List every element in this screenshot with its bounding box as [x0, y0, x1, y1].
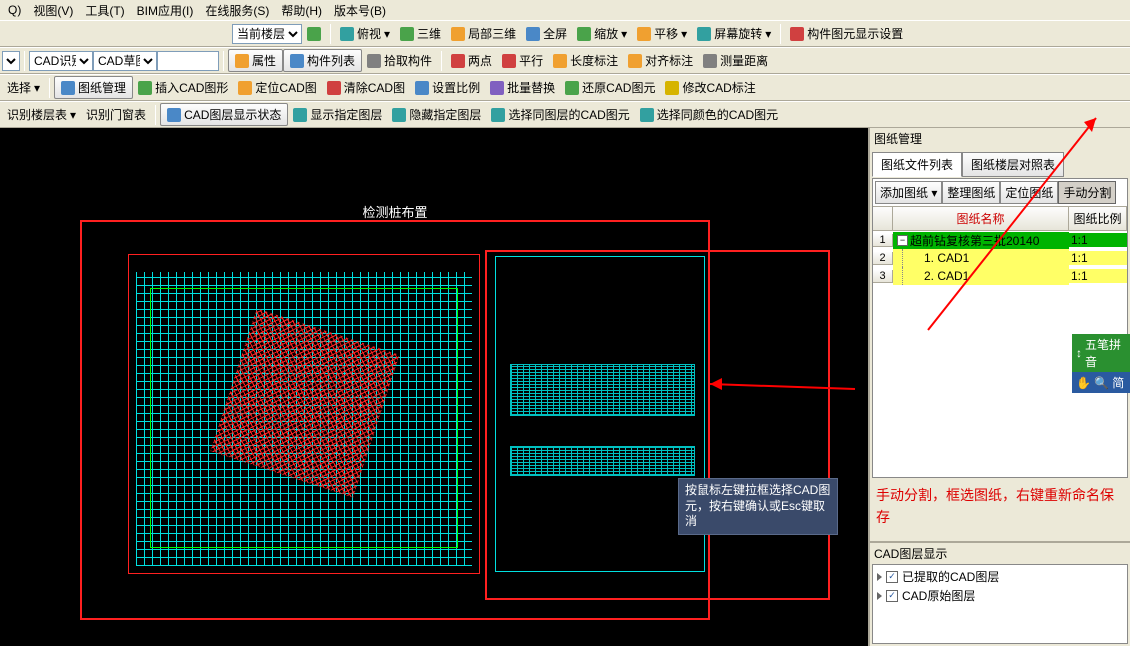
- set-scale-button[interactable]: 设置比例: [410, 77, 485, 98]
- menu-item[interactable]: Q): [2, 1, 27, 19]
- two-point-button[interactable]: 两点: [446, 50, 497, 71]
- fix-cad-label-button[interactable]: 修改CAD标注: [660, 77, 760, 98]
- tab-paper-list[interactable]: 图纸文件列表: [872, 152, 962, 177]
- paper-row[interactable]: 2 1. CAD1 1:1: [873, 249, 1127, 267]
- menu-item[interactable]: 工具(T): [79, 0, 130, 21]
- recognize-floor-table-button[interactable]: 识别楼层表 ▾: [2, 104, 81, 125]
- pick-component-button[interactable]: 拾取构件: [362, 50, 437, 71]
- layer-item[interactable]: ✓ CAD原始图层: [875, 586, 1125, 605]
- partial-3d-button[interactable]: 局部三维: [446, 23, 521, 44]
- top-view-button[interactable]: 俯视 ▾: [335, 23, 395, 44]
- floor-combo[interactable]: 当前楼层: [232, 24, 302, 44]
- paper-row[interactable]: 1 −超前钻复核第三批20140 1:1: [873, 231, 1127, 249]
- menu-item[interactable]: 帮助(H): [275, 0, 328, 21]
- paper-grid-header: 图纸名称 图纸比例: [873, 207, 1127, 231]
- length-label-button[interactable]: 长度标注: [548, 50, 623, 71]
- paper-manager-button[interactable]: 图纸管理: [54, 76, 133, 99]
- recognize-door-table-button[interactable]: 识别门窗表: [81, 104, 151, 125]
- layer-item[interactable]: ✓ 已提取的CAD图层: [875, 567, 1125, 586]
- restore-cad-button[interactable]: 还原CAD图元: [560, 77, 660, 98]
- ime-mode[interactable]: ↕ 五笔拼音: [1072, 334, 1130, 372]
- right-panel: 图纸管理 图纸文件列表 图纸楼层对照表 添加图纸 ▾ 整理图纸 定位图纸 手动分…: [868, 128, 1130, 646]
- expand-icon[interactable]: [877, 573, 882, 581]
- hide-layer-button[interactable]: 隐藏指定图层: [387, 104, 486, 125]
- cad-layer-title: CAD图层显示: [870, 543, 1130, 564]
- toolbar-row-4: 识别楼层表 ▾ 识别门窗表 CAD图层显示状态 显示指定图层 隐藏指定图层 选择…: [0, 101, 1130, 128]
- level-combo[interactable]: [2, 51, 20, 71]
- component-list-button[interactable]: 构件列表: [283, 49, 362, 72]
- ime-simp[interactable]: ✋ 🔍 简: [1072, 372, 1130, 393]
- canvas-tooltip: 按鼠标左键拉框选择CAD图元，按右键确认或Esc键取消: [678, 478, 838, 535]
- paper-row[interactable]: 3 2. CAD1 1:1: [873, 267, 1127, 285]
- annotation-note: 手动分割，框选图纸，右键重新命名保存: [870, 478, 1130, 535]
- cad-empty-combo[interactable]: [157, 51, 219, 71]
- fullscreen-button[interactable]: 全屏: [521, 23, 572, 44]
- align-label-button[interactable]: 对齐标注: [623, 50, 698, 71]
- locate-cad-button[interactable]: 定位CAD图: [233, 77, 321, 98]
- cad-canvas[interactable]: 检测桩布置 按鼠标左键拉框选择CAD图元，按右键确认或Esc键取消: [0, 128, 868, 646]
- properties-button[interactable]: 属性: [228, 49, 283, 72]
- toolbar-row-2: CAD识别 CAD草图 属性 构件列表 拾取构件 两点 平行 长度标注 对齐标注…: [0, 47, 1130, 74]
- 3d-view-button[interactable]: 三维: [395, 23, 446, 44]
- menu-item[interactable]: 在线服务(S): [199, 0, 275, 21]
- component-display-button[interactable]: 构件图元显示设置: [785, 23, 908, 44]
- batch-replace-button[interactable]: 批量替换: [485, 77, 560, 98]
- manual-split-button[interactable]: 手动分割: [1058, 181, 1116, 204]
- select-button[interactable]: 选择 ▾: [2, 77, 45, 98]
- measure-distance-button[interactable]: 测量距离: [698, 50, 773, 71]
- select-same-layer-button[interactable]: 选择同图层的CAD图元: [486, 104, 634, 125]
- menu-bar: Q) 视图(V) 工具(T) BIM应用(I) 在线服务(S) 帮助(H) 版本…: [0, 0, 1130, 20]
- paper-tools: 添加图纸 ▾ 整理图纸 定位图纸 手动分割: [873, 179, 1127, 207]
- show-layer-button[interactable]: 显示指定图层: [288, 104, 387, 125]
- drawing-title: 检测桩布置: [362, 202, 427, 221]
- cad-layer-display-state-button[interactable]: CAD图层显示状态: [160, 103, 288, 126]
- menu-item[interactable]: BIM应用(I): [131, 0, 200, 21]
- select-same-color-button[interactable]: 选择同颜色的CAD图元: [635, 104, 783, 125]
- add-paper-button[interactable]: 添加图纸 ▾: [875, 181, 942, 204]
- insert-cad-button[interactable]: 插入CAD图形: [133, 77, 233, 98]
- screen-rotate-button[interactable]: 屏幕旋转 ▾: [692, 23, 776, 44]
- checkbox-icon[interactable]: ✓: [886, 571, 898, 583]
- tree-collapse-icon[interactable]: −: [897, 235, 908, 246]
- cad-layer-tree[interactable]: ✓ 已提取的CAD图层 ✓ CAD原始图层: [872, 564, 1128, 644]
- ime-badge: ↕ 五笔拼音 ✋ 🔍 简: [1072, 334, 1130, 393]
- col-paper-scale: 图纸比例: [1069, 207, 1127, 230]
- toolbar-row-3: 选择 ▾ 图纸管理 插入CAD图形 定位CAD图 清除CAD图 设置比例 批量替…: [0, 74, 1130, 101]
- clear-cad-button[interactable]: 清除CAD图: [322, 77, 410, 98]
- checkbox-icon[interactable]: ✓: [886, 590, 898, 602]
- expand-icon[interactable]: [877, 592, 882, 600]
- paper-mgr-title: 图纸管理: [870, 128, 1130, 149]
- paper-tabs: 图纸文件列表 图纸楼层对照表: [870, 149, 1130, 178]
- toolbar-row-1: 当前楼层 俯视 ▾ 三维 局部三维 全屏 缩放 ▾ 平移 ▾ 屏幕旋转 ▾ 构件…: [0, 20, 1130, 47]
- menu-item[interactable]: 版本号(B): [328, 0, 392, 21]
- cad-recognize-combo[interactable]: CAD识别: [29, 51, 93, 71]
- col-paper-name: 图纸名称: [893, 207, 1069, 230]
- floor-down-icon[interactable]: [302, 25, 326, 43]
- locate-paper-button[interactable]: 定位图纸: [1000, 181, 1058, 204]
- cad-table-2: [510, 446, 695, 476]
- cad-table-1: [510, 364, 695, 416]
- parallel-button[interactable]: 平行: [497, 50, 548, 71]
- tab-floor-map[interactable]: 图纸楼层对照表: [962, 152, 1064, 177]
- menu-item[interactable]: 视图(V): [27, 0, 79, 21]
- zoom-button[interactable]: 缩放 ▾: [572, 23, 632, 44]
- organize-paper-button[interactable]: 整理图纸: [942, 181, 1000, 204]
- pan-button[interactable]: 平移 ▾: [632, 23, 692, 44]
- cad-sketch-combo[interactable]: CAD草图: [93, 51, 157, 71]
